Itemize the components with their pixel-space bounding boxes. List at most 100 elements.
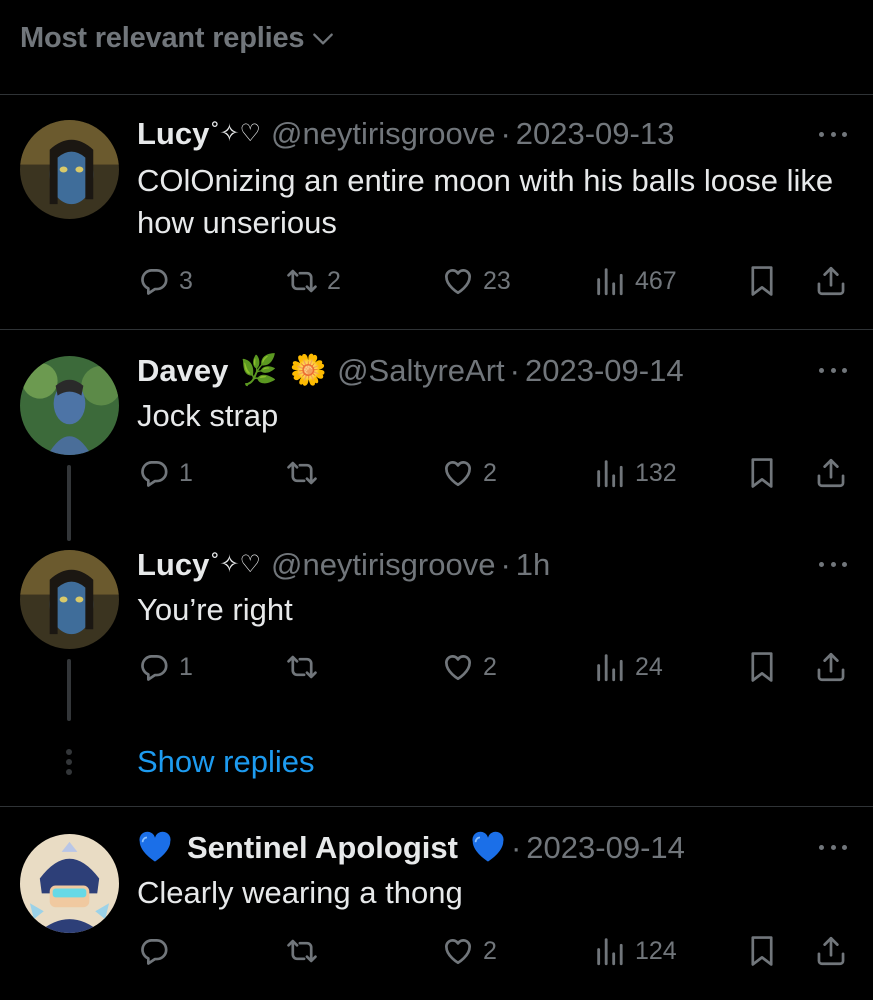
action-bar: 2 124 (137, 934, 852, 968)
bookmark-icon (745, 650, 779, 684)
more-icon[interactable] (819, 845, 847, 853)
share-icon (814, 456, 848, 490)
like-icon (441, 650, 475, 684)
retweet-button[interactable] (285, 934, 327, 968)
tweet-header: Sentinel Apologist · 2023-09-14 (137, 831, 685, 863)
tweet-header: Lucy ˚✧♡ @neytirisgroove · 1h (137, 549, 550, 580)
like-count: 2 (483, 936, 497, 965)
reply-count: 1 (179, 652, 193, 681)
like-button[interactable]: 23 (441, 264, 511, 298)
separator: · (509, 353, 520, 388)
name-decoration: ˚✧♡ (211, 119, 261, 147)
name-emoji: 🌿 (240, 353, 278, 387)
separator: · (500, 116, 511, 151)
more-icon[interactable] (819, 368, 847, 376)
avatar[interactable] (20, 356, 119, 455)
views-button[interactable]: 24 (593, 650, 663, 684)
retweet-icon (285, 650, 319, 684)
bookmark-icon (745, 934, 779, 968)
view-count: 124 (635, 936, 677, 965)
tweet-text: COlOnizing an entire moon with his balls… (137, 163, 834, 240)
timestamp[interactable]: 2023-09-14 (526, 832, 685, 863)
handle[interactable]: @neytirisgroove (271, 549, 495, 580)
divider (0, 329, 873, 330)
tweet-header: Lucy ˚✧♡ @neytirisgroove · 2023-09-13 (137, 118, 674, 149)
retweet-button[interactable] (285, 650, 327, 684)
timestamp[interactable]: 2023-09-13 (516, 118, 675, 149)
views-icon (593, 934, 627, 968)
like-button[interactable]: 2 (441, 456, 497, 490)
view-count: 467 (635, 266, 677, 295)
retweet-button[interactable] (285, 456, 327, 490)
timestamp[interactable]: 1h (516, 549, 550, 580)
reply-button[interactable]: 1 (137, 456, 193, 490)
retweet-button[interactable]: 2 (285, 264, 341, 298)
handle[interactable]: @neytirisgroove (271, 118, 495, 149)
thread-ellipsis (65, 749, 73, 775)
views-icon (593, 456, 627, 490)
retweet-icon (285, 264, 319, 298)
avatar[interactable] (20, 834, 119, 933)
share-icon (814, 934, 848, 968)
retweet-icon (285, 934, 319, 968)
more-icon[interactable] (819, 132, 847, 140)
blue-heart-icon (137, 831, 173, 863)
handle[interactable]: @SaltyreArt (337, 355, 505, 386)
tweet-text: Clearly wearing a thong (137, 875, 463, 910)
like-count: 2 (483, 458, 497, 487)
views-icon (593, 650, 627, 684)
like-count: 23 (483, 266, 511, 295)
views-button[interactable]: 124 (593, 934, 677, 968)
sort-dropdown[interactable]: Most relevant replies (20, 22, 336, 55)
show-replies-link[interactable]: Show replies (137, 744, 314, 780)
divider (0, 806, 873, 807)
like-icon (441, 934, 475, 968)
share-button[interactable] (814, 934, 848, 968)
like-button[interactable]: 2 (441, 650, 497, 684)
timestamp[interactable]: 2023-09-14 (525, 355, 684, 386)
bookmark-button[interactable] (745, 650, 779, 684)
reply-button[interactable] (137, 934, 179, 968)
reply-icon (137, 934, 171, 968)
reply-icon (137, 264, 171, 298)
views-icon (593, 264, 627, 298)
like-count: 2 (483, 652, 497, 681)
share-button[interactable] (814, 650, 848, 684)
reply-button[interactable]: 1 (137, 650, 193, 684)
blue-heart-icon (470, 831, 506, 863)
bookmark-icon (745, 264, 779, 298)
action-bar: 1 2 132 (137, 456, 852, 490)
bookmark-icon (745, 456, 779, 490)
display-name[interactable]: Lucy (137, 118, 209, 149)
divider (0, 94, 873, 95)
share-button[interactable] (814, 456, 848, 490)
chevron-down-icon (313, 32, 334, 45)
views-button[interactable]: 467 (593, 264, 677, 298)
display-name[interactable]: Lucy (137, 549, 209, 580)
bookmark-button[interactable] (745, 264, 779, 298)
display-name[interactable]: Davey (137, 355, 228, 386)
tweet-text: You’re right (137, 592, 293, 627)
more-icon[interactable] (819, 562, 847, 570)
like-button[interactable]: 2 (441, 934, 497, 968)
name-emoji: 🌼 (289, 353, 328, 387)
thread-line (67, 659, 71, 721)
retweet-count: 2 (327, 266, 341, 295)
retweet-icon (285, 456, 319, 490)
sort-label: Most relevant replies (20, 22, 305, 54)
separator: · (510, 829, 522, 865)
view-count: 24 (635, 652, 663, 681)
avatar[interactable] (20, 120, 119, 219)
display-name[interactable]: Sentinel Apologist (187, 832, 458, 863)
reply-icon (137, 456, 171, 490)
like-icon (441, 456, 475, 490)
avatar[interactable] (20, 550, 119, 649)
views-button[interactable]: 132 (593, 456, 677, 490)
name-decoration: ˚✧♡ (211, 550, 261, 578)
action-bar: 1 2 24 (137, 650, 852, 684)
bookmark-button[interactable] (745, 456, 779, 490)
share-button[interactable] (814, 264, 848, 298)
share-icon (814, 650, 848, 684)
reply-button[interactable]: 3 (137, 264, 193, 298)
bookmark-button[interactable] (745, 934, 779, 968)
